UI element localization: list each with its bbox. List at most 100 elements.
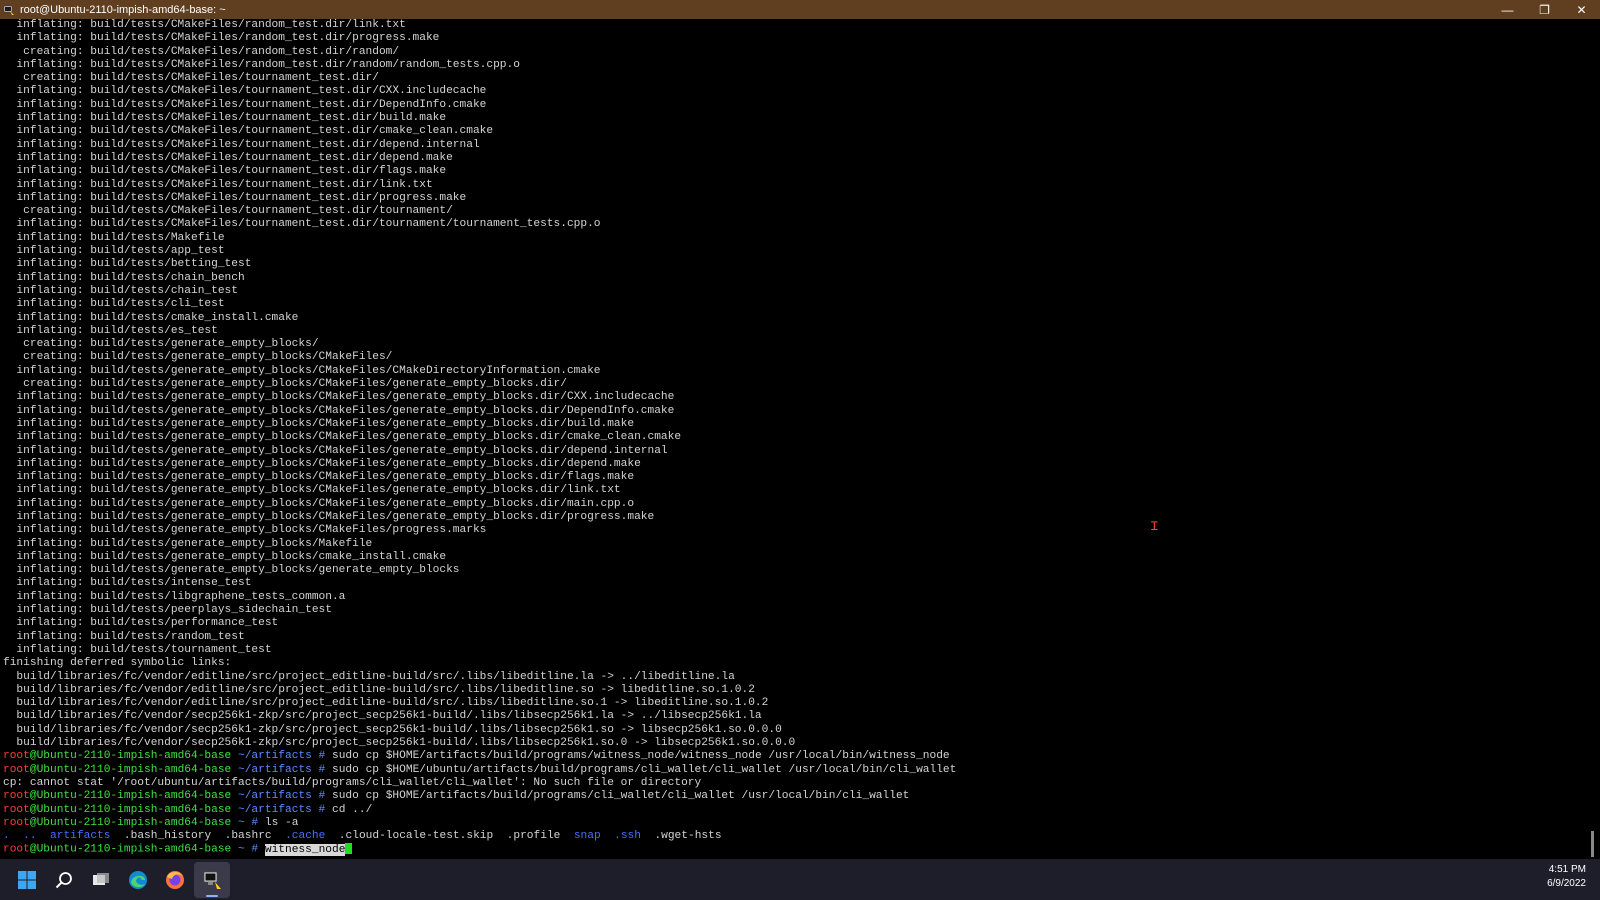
windows-start-icon[interactable] [9,862,45,898]
output-line: inflating: build/tests/CMakeFiles/tourna… [3,139,956,152]
output-line: cp: cannot stat '/root/ubuntu/artifacts/… [3,777,956,790]
output-text: build/libraries/fc/vendor/secp256k1-zkp/… [3,737,796,750]
close-button[interactable]: ✕ [1563,0,1600,19]
terminal-scrollbar[interactable] [1586,19,1600,859]
prompt-user: root [3,750,30,763]
ls-entry-file: .wget-hsts [654,830,722,843]
prompt-path: ~/artifacts # [231,750,332,763]
output-text: inflating: build/tests/chain_bench [3,271,245,284]
output-text: inflating: build/tests/intense_test [3,577,252,590]
output-line: inflating: build/tests/Makefile [3,232,956,245]
terminal-lines: inflating: build/tests/CMakeFiles/random… [3,19,956,857]
clock-time: 4:51 PM [1548,864,1586,875]
command-input[interactable]: witness_node [264,843,346,856]
output-text: inflating: build/tests/Makefile [3,231,225,244]
prompt-at: @ [29,790,37,803]
maximize-button[interactable]: ❐ [1526,0,1563,19]
output-text: inflating: build/tests/generate_empty_bl… [3,524,487,537]
prompt-at: @ [29,843,37,856]
output-line: inflating: build/tests/generate_empty_bl… [3,458,956,471]
output-text: inflating: build/tests/CMakeFiles/tourna… [3,98,487,111]
output-line: inflating: build/tests/intense_test [3,577,956,590]
output-line: inflating: build/tests/CMakeFiles/random… [3,32,956,45]
output-line: build/libraries/fc/vendor/editline/src/p… [3,671,956,684]
output-text: inflating: build/tests/generate_empty_bl… [3,391,675,404]
output-line: creating: build/tests/generate_empty_blo… [3,338,956,351]
minimize-button[interactable]: — [1489,0,1526,19]
output-line: inflating: build/tests/chain_bench [3,272,956,285]
output-text: inflating: build/tests/generate_empty_bl… [3,497,635,510]
system-clock[interactable]: 4:51 PM 6/9/2022 [1547,863,1586,891]
output-line: inflating: build/tests/generate_empty_bl… [3,511,956,524]
edge-browser-icon[interactable] [120,862,156,898]
ls-entry-file: .profile [506,830,561,843]
output-text: inflating: build/tests/CMakeFiles/tourna… [3,151,453,164]
output-text: inflating: build/tests/CMakeFiles/tourna… [3,138,480,151]
output-line: finishing deferred symbolic links: [3,657,956,670]
output-text: inflating: build/tests/random_test [3,630,245,643]
output-text: inflating: build/tests/app_test [3,245,225,258]
output-text: inflating: build/tests/libgraphene_tests… [3,590,346,603]
prompt-user: root [3,843,30,856]
scrollbar-thumb[interactable] [1591,831,1594,857]
output-text: inflating: build/tests/generate_empty_bl… [3,431,682,444]
output-text: creating: build/tests/CMakeFiles/random_… [3,45,400,58]
output-text: inflating: build/tests/CMakeFiles/tourna… [3,178,433,191]
output-text: creating: build/tests/generate_empty_blo… [3,338,319,351]
output-text: inflating: build/tests/generate_empty_bl… [3,444,668,457]
output-line: inflating: build/tests/generate_empty_bl… [3,484,956,497]
output-text: inflating: build/tests/tournament_test [3,643,272,656]
output-text: build/libraries/fc/vendor/secp256k1-zkp/… [3,723,782,736]
output-line: build/libraries/fc/vendor/secp256k1-zkp/… [3,737,956,750]
output-text: cp: cannot stat '/root/ubuntu/artifacts/… [3,776,702,789]
ls-entry-file: .bash_history [123,830,212,843]
ls-entry-dir: . [3,830,10,843]
output-text: inflating: build/tests/cli_test [3,298,225,311]
putty-app-icon [3,5,14,15]
output-line: inflating: build/tests/performance_test [3,617,956,630]
output-line: inflating: build/tests/generate_empty_bl… [3,365,956,378]
prompt-path: ~ # [231,816,265,829]
output-line: inflating: build/tests/generate_empty_bl… [3,445,956,458]
output-text: inflating: build/tests/CMakeFiles/tourna… [3,191,467,204]
output-text: inflating: build/tests/chain_test [3,284,238,297]
prompt-at: @ [29,763,37,776]
prompt-path: ~/artifacts # [231,763,332,776]
output-line: inflating: build/tests/CMakeFiles/tourna… [3,112,956,125]
output-line: inflating: build/tests/generate_empty_bl… [3,538,956,551]
ls-entry-dir: .cache [285,830,326,843]
search-icon[interactable] [46,862,82,898]
output-line: inflating: build/tests/app_test [3,245,956,258]
ls-entry-dir: snap [573,830,601,843]
output-line: inflating: build/tests/generate_empty_bl… [3,431,956,444]
output-line: build/libraries/fc/vendor/secp256k1-zkp/… [3,724,956,737]
prompt-host: Ubuntu-2110-impish-amd64-base [36,816,232,829]
prompt-user: root [3,803,30,816]
title-bar: root@Ubuntu-2110-impish-amd64-base: ~ — … [0,0,1600,19]
output-text: creating: build/tests/CMakeFiles/tournam… [3,72,379,85]
terminal-output[interactable]: inflating: build/tests/CMakeFiles/random… [0,19,1586,859]
output-text: inflating: build/tests/betting_test [3,258,252,271]
output-text: inflating: build/tests/CMakeFiles/tourna… [3,218,601,231]
output-text: inflating: build/tests/generate_empty_bl… [3,484,621,497]
output-line: build/libraries/fc/vendor/editline/src/p… [3,684,956,697]
output-line: inflating: build/tests/generate_empty_bl… [3,418,956,431]
prompt-user: root [3,790,30,803]
output-text: inflating: build/tests/peerplays_sidecha… [3,604,332,617]
prompt-line: root@Ubuntu-2110-impish-amd64-base ~/art… [3,764,956,777]
putty-terminal-icon[interactable] [194,861,230,898]
prompt-at: @ [29,750,37,763]
prompt-line: root@Ubuntu-2110-impish-amd64-base ~/art… [3,804,956,817]
firefox-icon[interactable] [157,862,193,898]
task-view-icon[interactable] [83,862,119,898]
prompt-path: ~ # [231,843,265,856]
prompt-line: root@Ubuntu-2110-impish-amd64-base ~/art… [3,750,956,763]
output-line: inflating: build/tests/CMakeFiles/tourna… [3,125,956,138]
command-text: sudo cp $HOME/artifacts/build/programs/w… [332,750,950,763]
prompt-line: root@Ubuntu-2110-impish-amd64-base ~ # l… [3,817,956,830]
command-text: ls -a [264,816,299,829]
output-line: inflating: build/tests/CMakeFiles/random… [3,19,956,32]
output-line: build/libraries/fc/vendor/editline/src/p… [3,697,956,710]
prompt-at: @ [29,803,37,816]
active-prompt-line: root@Ubuntu-2110-impish-amd64-base ~ # w… [3,843,956,856]
